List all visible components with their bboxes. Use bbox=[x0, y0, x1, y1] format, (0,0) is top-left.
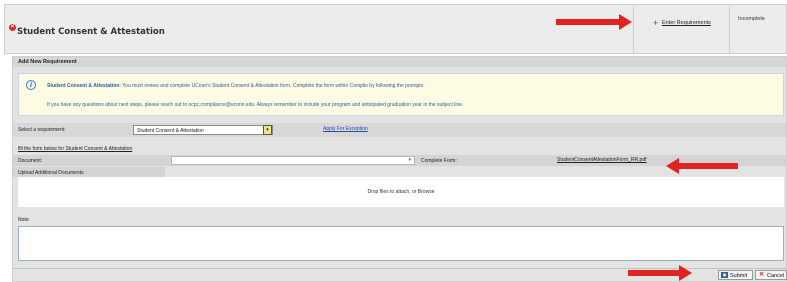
page-title: Student Consent & Attestation bbox=[17, 27, 165, 37]
requirement-header: × Student Consent & Attestation + Enter … bbox=[4, 4, 787, 54]
requirement-select-value: Student Consent & Attestation bbox=[137, 127, 204, 134]
requirement-select-row: Select a requirement: Student Consent & … bbox=[13, 123, 786, 137]
plus-icon[interactable]: + bbox=[653, 19, 658, 28]
info-icon: i bbox=[26, 80, 36, 90]
info-box: i Student Consent & Attestation: You mus… bbox=[18, 73, 784, 116]
document-label: Document: bbox=[18, 158, 43, 164]
info-body: You must review and complete UConn's Stu… bbox=[120, 83, 425, 89]
submit-label: Submit bbox=[730, 272, 748, 279]
submit-button[interactable]: ▣ Submit bbox=[718, 270, 753, 280]
drop-zone-text: Drop files to attach, or Browse bbox=[367, 189, 435, 195]
error-circle-icon: × bbox=[9, 24, 16, 31]
info-lead: Student Consent & Attestation: bbox=[47, 83, 121, 89]
cancel-label: Cancel bbox=[767, 272, 785, 279]
chevron-down-icon: ▾ bbox=[408, 157, 411, 163]
annotation-arrow bbox=[666, 158, 738, 174]
header-divider bbox=[633, 5, 634, 53]
status-label: Incomplete bbox=[738, 16, 765, 22]
apply-exception-link[interactable]: Apply For Exception bbox=[323, 126, 368, 132]
upload-row: Upload Additional Documents bbox=[13, 167, 165, 177]
complete-form-label: Complete Form: bbox=[421, 158, 457, 164]
annotation-arrow bbox=[628, 265, 692, 281]
info-text-line1: Student Consent & Attestation: You must … bbox=[47, 83, 425, 89]
form-file-link[interactable]: StudentConsentAttestationForm_RR.pdf bbox=[557, 157, 647, 163]
panel-title: Add New Requirement bbox=[18, 59, 77, 65]
document-select[interactable]: ▾ bbox=[171, 156, 415, 165]
fill-form-link[interactable]: fill the form below for Student Consent … bbox=[18, 146, 132, 152]
file-drop-zone[interactable]: Drop files to attach, or Browse bbox=[18, 177, 784, 207]
select-label: Select a requirement: bbox=[18, 127, 66, 133]
enter-requirements-link[interactable]: Enter Requirements bbox=[662, 20, 711, 26]
note-textarea[interactable] bbox=[18, 226, 784, 261]
save-icon: ▣ bbox=[721, 272, 728, 278]
chevron-down-icon[interactable]: ▾ bbox=[263, 125, 272, 135]
cancel-button[interactable]: ✕ Cancel bbox=[755, 270, 787, 280]
note-label: Note: bbox=[18, 217, 30, 223]
header-divider bbox=[729, 5, 730, 53]
close-icon: ✕ bbox=[758, 272, 765, 278]
divider bbox=[13, 268, 786, 269]
panel-header: Add New Requirement bbox=[13, 57, 786, 67]
upload-label: Upload Additional Documents bbox=[18, 169, 84, 176]
annotation-arrow bbox=[556, 14, 632, 30]
info-text-line2: If you have any questions about next ste… bbox=[47, 102, 464, 108]
requirement-select[interactable]: Student Consent & Attestation ▾ bbox=[133, 125, 273, 135]
